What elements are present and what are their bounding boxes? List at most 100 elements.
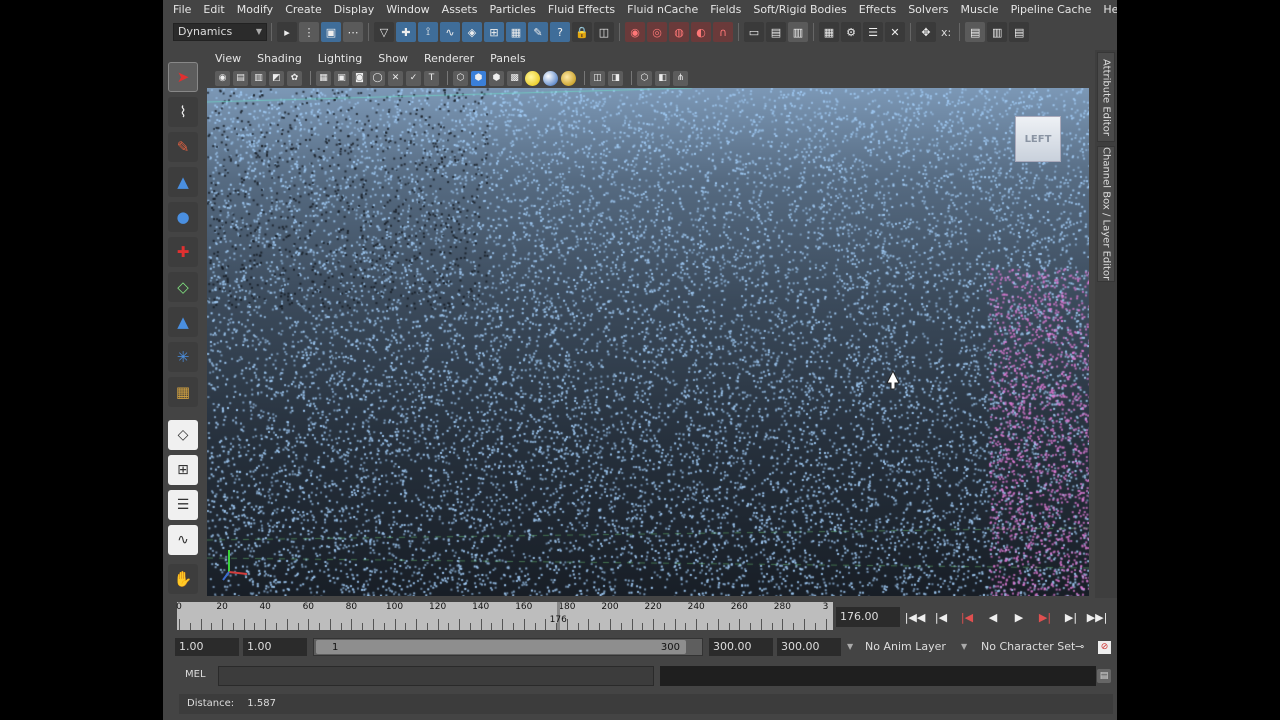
film-gate-icon[interactable]: ▣ <box>334 70 349 86</box>
mel-command-input[interactable] <box>218 666 654 686</box>
step-back-frame-icon[interactable]: |◀ <box>929 607 953 627</box>
resolution-gate-icon[interactable]: ◙ <box>352 70 367 86</box>
xray-active-icon[interactable]: ◧ <box>655 70 670 86</box>
menu-help[interactable]: Help <box>1097 0 1117 20</box>
step-forward-key-icon[interactable]: ▶| <box>1033 607 1057 627</box>
character-set-dropdown[interactable]: No Character Set <box>981 638 1075 656</box>
playback-end-field[interactable]: 300.00 <box>709 638 773 656</box>
camera-attributes-icon[interactable]: ▤ <box>233 70 248 86</box>
select-object-icon[interactable]: ▣ <box>321 22 341 42</box>
panel-menu-panels[interactable]: Panels <box>482 50 533 68</box>
tool-options-icon[interactable]: ✕ <box>885 22 905 42</box>
auto-key-icon[interactable]: ⊘ <box>1098 641 1111 654</box>
grid-icon[interactable]: ▦ <box>316 70 331 86</box>
script-editor-icon[interactable]: ▤ <box>1097 669 1111 683</box>
select-component-icon[interactable]: ⋯ <box>343 22 363 42</box>
menu-display[interactable]: Display <box>328 0 381 20</box>
scale-tool-icon[interactable]: ✚ <box>168 237 198 267</box>
move-tool-icon[interactable]: ▲ <box>168 167 198 197</box>
menu-assets[interactable]: Assets <box>436 0 484 20</box>
render-icon[interactable]: ◉ <box>625 22 645 42</box>
snap-plane-icon[interactable]: ◈ <box>462 22 482 42</box>
smooth-shade-icon[interactable]: ⬢ <box>471 70 486 86</box>
panel-menu-shading[interactable]: Shading <box>249 50 310 68</box>
snap-grid-icon[interactable]: ✚ <box>396 22 416 42</box>
panel-toggle-icon[interactable]: ▤ <box>1009 22 1030 42</box>
channel-box-icon[interactable]: ☰ <box>863 22 883 42</box>
panel-menu-renderer[interactable]: Renderer <box>416 50 482 68</box>
share-icon[interactable]: ⋔ <box>673 70 688 86</box>
menu-fields[interactable]: Fields <box>704 0 747 20</box>
range-slider-handle[interactable]: 1 300 <box>316 640 686 654</box>
camera-icon[interactable]: ◉ <box>215 70 230 86</box>
menu-fluid-effects[interactable]: Fluid Effects <box>542 0 621 20</box>
isolate-select-icon[interactable]: ◫ <box>590 70 605 86</box>
viewcube[interactable]: LEFT <box>1015 116 1061 162</box>
range-slider-bar[interactable]: 1 300 <box>313 638 703 656</box>
history-icon[interactable]: ✎ <box>528 22 548 42</box>
menu-pipeline-cache[interactable]: Pipeline Cache <box>1005 0 1098 20</box>
animation-end-field[interactable]: 300.00 <box>777 638 841 656</box>
time-slider[interactable]: 0 20 40 60 80 100 120 140 160 180 200 220 240 260 280 3… <box>176 602 833 630</box>
snap-point-icon[interactable]: ∿ <box>440 22 460 42</box>
menu-soft-rigid-bodies[interactable]: Soft/Rigid Bodies <box>747 0 852 20</box>
xray-joints-icon[interactable]: ⬡ <box>637 70 652 86</box>
wireframe-icon[interactable]: ⬡ <box>453 70 468 86</box>
select-hierarchy-icon[interactable]: ⋮ <box>299 22 319 42</box>
hand-tool-icon[interactable]: ✋ <box>168 564 198 594</box>
menu-create[interactable]: Create <box>279 0 328 20</box>
anim-layer-dropdown[interactable]: No Anim Layer <box>865 638 946 656</box>
image-plane-icon[interactable]: ◩ <box>269 70 284 86</box>
menu-modify[interactable]: Modify <box>231 0 279 20</box>
soft-modification-icon[interactable]: ▲ <box>168 307 198 337</box>
outliner-layout-icon[interactable]: ☰ <box>168 490 198 520</box>
help-icon[interactable]: ? <box>550 22 570 42</box>
xray-icon[interactable]: ◨ <box>608 70 623 86</box>
paint-select-tool-icon[interactable]: ✎ <box>168 132 198 162</box>
wireframe-on-shaded-icon[interactable]: ⬢ <box>489 70 504 86</box>
safe-title-icon[interactable]: T <box>424 70 439 86</box>
ipr-render-icon[interactable]: ◎ <box>647 22 667 42</box>
playback-start-field[interactable]: 1.00 <box>243 638 307 656</box>
menu-muscle[interactable]: Muscle <box>955 0 1005 20</box>
use-all-lights-icon[interactable] <box>525 70 540 86</box>
menu-set-dropdown[interactable]: Dynamics ▼ <box>173 23 267 41</box>
layout-icon[interactable]: ▥ <box>987 22 1008 42</box>
snap-surface-icon[interactable]: ⊞ <box>484 22 504 42</box>
universal-manipulator-icon[interactable]: ◇ <box>168 272 198 302</box>
sequence-icon[interactable]: ✿ <box>287 70 302 86</box>
filter-icon[interactable]: ▽ <box>374 22 394 42</box>
animation-start-field[interactable]: 1.00 <box>175 638 239 656</box>
magnet-icon[interactable]: ∩ <box>713 22 733 42</box>
viewport-panel[interactable]: LEFT <box>207 88 1089 596</box>
snap-live-icon[interactable]: ▦ <box>506 22 526 42</box>
four-view-layout-icon[interactable]: ⊞ <box>168 455 198 485</box>
safe-action-icon[interactable]: ✓ <box>406 70 421 86</box>
chevron-down-icon[interactable]: ▼ <box>961 638 967 656</box>
sidebar-icon[interactable]: ▤ <box>965 22 986 42</box>
lock-icon[interactable]: 🔒 <box>572 22 592 42</box>
new-scene-icon[interactable]: ▸ <box>277 22 297 42</box>
construction-history-icon[interactable]: ◫ <box>594 22 614 42</box>
single-perspective-layout-icon[interactable]: ◇ <box>168 420 198 450</box>
panel-menu-view[interactable]: View <box>207 50 249 68</box>
textured-icon[interactable]: ▩ <box>507 70 522 86</box>
attribute-editor-toggle-icon[interactable]: ▦ <box>819 22 839 42</box>
menu-fluid-ncache[interactable]: Fluid nCache <box>621 0 704 20</box>
step-forward-frame-icon[interactable]: ▶| <box>1059 607 1083 627</box>
channel-box-tab[interactable]: Channel Box / Layer Editor <box>1097 146 1115 282</box>
sidebar-toggle-icon[interactable]: ▥ <box>788 22 808 42</box>
current-frame-field[interactable]: 176.00 <box>836 607 900 627</box>
panel-menu-show[interactable]: Show <box>370 50 416 68</box>
graph-editor-layout-icon[interactable]: ∿ <box>168 525 198 555</box>
shadows-icon[interactable] <box>543 70 558 86</box>
play-backwards-icon[interactable]: ◀ <box>981 607 1005 627</box>
symmetry-icon[interactable]: ✥ <box>916 22 936 42</box>
lasso-tool-icon[interactable]: ⌇ <box>168 97 198 127</box>
ambient-occlusion-icon[interactable] <box>561 70 576 86</box>
select-tool-icon[interactable]: ➤ <box>168 62 198 92</box>
go-to-end-icon[interactable]: ▶▶| <box>1085 607 1109 627</box>
menu-file[interactable]: File <box>167 0 197 20</box>
show-manipulator-icon[interactable]: ✳ <box>168 342 198 372</box>
mel-label[interactable]: MEL <box>185 669 206 680</box>
